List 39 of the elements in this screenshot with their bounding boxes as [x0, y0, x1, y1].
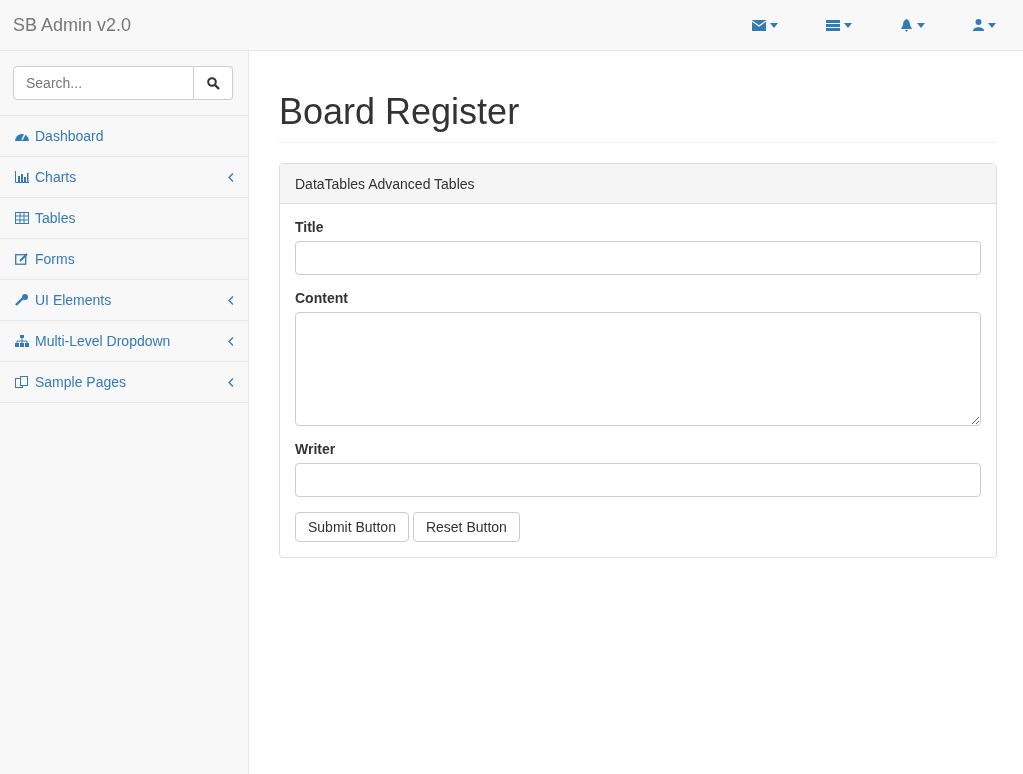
sitemap-icon [15, 335, 29, 347]
copy-icon [15, 376, 29, 388]
list-icon [826, 19, 840, 31]
search-button[interactable] [194, 66, 233, 100]
wrench-icon [15, 294, 29, 306]
edit-icon [15, 253, 29, 265]
sidebar-item[interactable]: Dashboard [0, 116, 248, 157]
user-icon [973, 19, 984, 31]
bell-icon [900, 18, 913, 32]
chevron-left-icon [228, 295, 234, 305]
field-label: Content [295, 290, 349, 306]
caret-icon [988, 22, 996, 28]
sidebar-item[interactable]: Forms [0, 239, 248, 280]
sidebar-item[interactable]: UI Elements [0, 280, 248, 321]
brand-link[interactable]: SB Admin v2.0 [0, 14, 132, 36]
search-icon [206, 76, 220, 90]
input-field[interactable] [295, 241, 981, 275]
form-button[interactable]: Reset Button [412, 512, 520, 542]
input-field[interactable] [295, 463, 981, 497]
field-label: Title [295, 219, 325, 235]
sidebar-item[interactable]: Tables [0, 198, 248, 239]
caret-icon [844, 22, 852, 28]
page-title: Board Register [279, 91, 997, 143]
sidebar-item[interactable]: Sample Pages [0, 362, 248, 403]
chevron-left-icon [228, 172, 234, 182]
caret-icon [917, 22, 925, 28]
textarea-field[interactable] [295, 312, 981, 426]
sidebar-item[interactable]: Charts [0, 157, 248, 198]
envelope-icon [752, 19, 766, 31]
table-icon [15, 212, 29, 224]
caret-icon [770, 22, 778, 28]
panel-heading: DataTables Advanced Tables [280, 164, 996, 204]
search-field[interactable]: Search... [13, 66, 194, 100]
chevron-left-icon [228, 336, 234, 346]
bar-chart-icon [15, 171, 29, 183]
field-label: Writer [295, 441, 337, 457]
form-button[interactable]: Submit Button [295, 512, 409, 542]
chevron-left-icon [228, 377, 234, 387]
sidebar-item[interactable]: Multi-Level Dropdown [0, 321, 248, 362]
